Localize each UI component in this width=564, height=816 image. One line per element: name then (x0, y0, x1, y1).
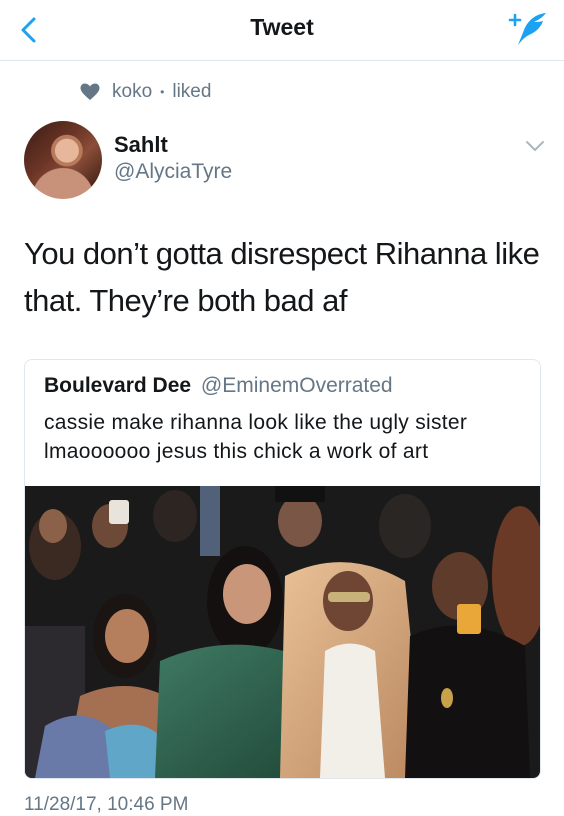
liker-name[interactable]: koko (112, 81, 152, 103)
compose-tweet-icon (508, 13, 546, 45)
author-handle[interactable]: @AlyciaTyre (114, 160, 232, 184)
page-title: Tweet (250, 14, 314, 40)
action-label: liked (172, 81, 212, 102)
chevron-down-icon (526, 141, 544, 151)
compose-tweet-button[interactable] (506, 10, 550, 48)
separator: • (160, 85, 165, 99)
heart-icon (80, 83, 100, 100)
navigation-bar: Tweet (0, 0, 564, 61)
quoted-tweet-photo[interactable] (25, 486, 540, 778)
tweet-text: You don’t gotta disrespect Rihanna like … (24, 236, 540, 318)
quoted-tweet-header: Boulevard Dee @EminemOverrated (44, 374, 393, 398)
author-name[interactable]: Sahlt (114, 132, 168, 158)
social-context: koko • liked (80, 80, 211, 104)
avatar[interactable] (24, 121, 102, 199)
tweet-timestamp: 11/28/17, 10:46 PM (24, 794, 189, 815)
quoted-author-handle: @EminemOverrated (200, 374, 393, 397)
tweet-menu-button[interactable] (524, 138, 546, 154)
quoted-author-name: Boulevard Dee (44, 374, 192, 397)
quoted-tweet-text: cassie make rihanna look like the ugly s… (44, 411, 468, 463)
quoted-tweet-card[interactable]: Boulevard Dee @EminemOverrated cassie ma… (24, 359, 541, 779)
